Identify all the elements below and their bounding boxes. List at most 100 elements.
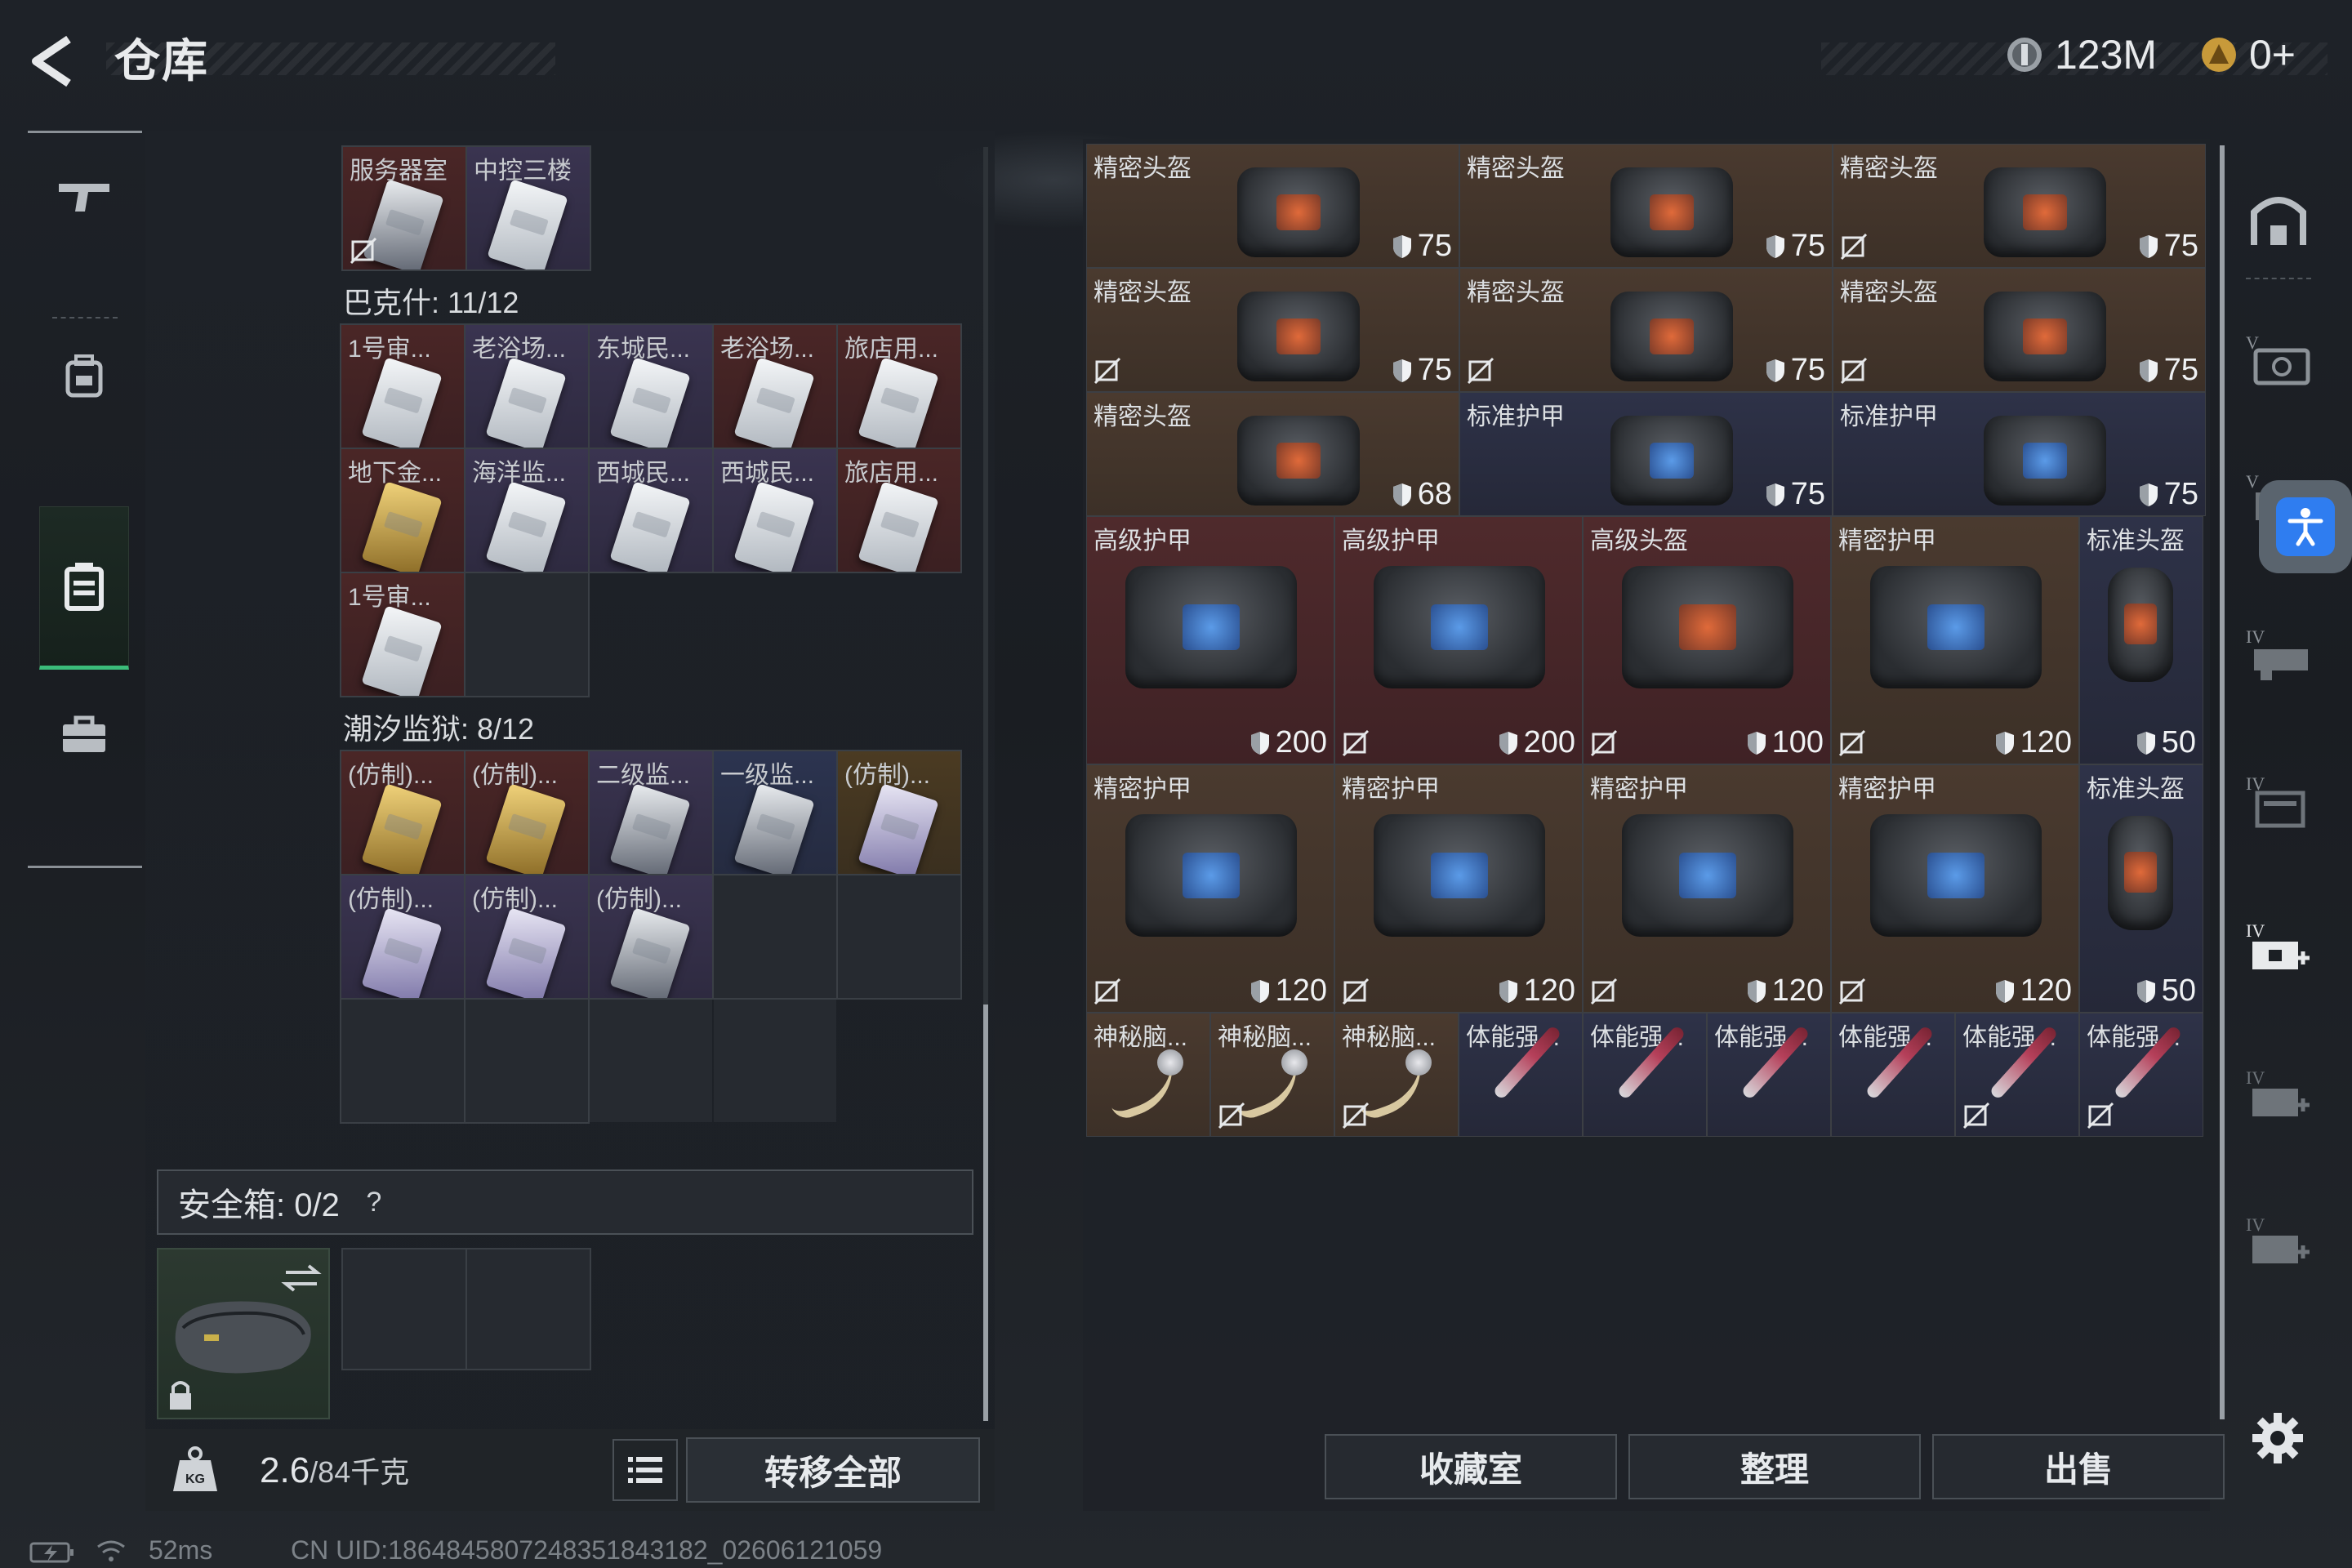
safe-box-empty-slot[interactable]	[343, 1250, 466, 1369]
keycard-slot[interactable]: 1号审...	[340, 323, 466, 449]
safe-box-empty-slot[interactable]	[467, 1250, 590, 1369]
keycard-image	[361, 783, 443, 874]
stash-page-1-tab[interactable]: V	[2238, 318, 2319, 400]
keycard-slot[interactable]: 旅店用...	[836, 448, 962, 573]
armor-item[interactable]: 精密头盔 75	[1086, 144, 1459, 268]
armor-item[interactable]: 精密头盔 75	[1833, 144, 2206, 268]
consumable-item[interactable]: 神秘脑...	[1334, 1013, 1459, 1137]
add-stash-page-tab[interactable]: IV	[2238, 906, 2319, 988]
armor-item[interactable]: 精密护甲 120	[1831, 516, 2079, 764]
consumable-item[interactable]: 体能强...	[2079, 1013, 2203, 1137]
no-sell-icon	[1838, 978, 1866, 1005]
sort-button[interactable]: 整理	[1628, 1434, 1921, 1499]
money-coin-icon	[2007, 38, 2042, 72]
empty-keycard-slot[interactable]	[836, 874, 962, 1000]
accessibility-button[interactable]	[2259, 480, 2352, 573]
add-stash-page-locked-tab-2[interactable]: IV	[2238, 1200, 2319, 1282]
consumable-item[interactable]: 神秘脑...	[1210, 1013, 1334, 1137]
rail-briefcase-tab[interactable]	[39, 686, 129, 784]
stash-page-4-tab[interactable]: IV	[2238, 760, 2319, 841]
consumable-item[interactable]: 神秘脑...	[1086, 1013, 1210, 1137]
keycard-slot[interactable]: (仿制)...	[464, 750, 590, 875]
keycard-slot[interactable]: 一级监...	[712, 750, 838, 875]
armor-item[interactable]: 高级护甲 200	[1334, 516, 1583, 764]
armor-item[interactable]: 精密头盔 75	[1086, 268, 1459, 392]
armor-item[interactable]: 标准护甲 75	[1833, 392, 2206, 516]
rail-weapon-tab[interactable]	[39, 147, 129, 245]
keycard-slot[interactable]: 东城民...	[588, 323, 714, 449]
armor-image	[1622, 814, 1793, 937]
item-name: 高级头盔	[1590, 528, 1688, 555]
item-name: 精密头盔	[1467, 279, 1565, 306]
keycard-slot[interactable]: 二级监...	[588, 750, 714, 875]
stash-page-3-tab[interactable]: IV	[2238, 612, 2319, 694]
keycard-slot[interactable]: 老浴场...	[464, 323, 590, 449]
consumable-item[interactable]: 体能强...	[1831, 1013, 1955, 1137]
keycard-slot[interactable]: 地下金...	[340, 448, 466, 573]
consumable-item[interactable]: 体能强...	[1955, 1013, 2079, 1137]
armor-item[interactable]: 高级护甲 200	[1086, 516, 1334, 764]
vault-tab[interactable]	[2238, 180, 2319, 261]
armor-item[interactable]: 精密头盔 75	[1459, 268, 1833, 392]
safe-box-container-slot[interactable]	[157, 1248, 330, 1419]
keycard-slot[interactable]: 西城民...	[588, 448, 714, 573]
armor-item[interactable]: 精密护甲 120	[1086, 764, 1334, 1013]
left-scrollbar-thumb[interactable]	[983, 1004, 988, 1421]
armor-item[interactable]: 精密头盔 75	[1459, 144, 1833, 268]
keycard-image	[487, 179, 568, 270]
money-display[interactable]: 123M	[2006, 31, 2157, 78]
empty-keycard-slot[interactable]	[714, 1000, 836, 1122]
rail-keycard-tab[interactable]	[39, 506, 129, 670]
empty-keycard-slot[interactable]	[464, 998, 590, 1124]
armor-item[interactable]: 精密护甲 120	[1334, 764, 1583, 1013]
keycard-slot[interactable]: (仿制)...	[836, 750, 962, 875]
list-view-button[interactable]	[612, 1439, 678, 1501]
armor-item[interactable]: 精密护甲 120	[1583, 764, 1831, 1013]
keycard-slot[interactable]: 老浴场...	[712, 323, 838, 449]
durability-value: 75	[1392, 229, 1452, 264]
keycard-slot[interactable]: 海洋监...	[464, 448, 590, 573]
armor-item[interactable]: 标准护甲 75	[1459, 392, 1833, 516]
armor-plate	[2022, 318, 2067, 354]
keycard-slot[interactable]: 1号审...	[340, 572, 466, 697]
settings-gear-icon[interactable]	[2249, 1410, 2306, 1467]
stash-page-4-icon: IV	[2246, 773, 2305, 828]
empty-keycard-slot[interactable]	[712, 874, 838, 1000]
add-stash-page-locked-tab[interactable]: IV	[2238, 1054, 2319, 1135]
safe-box-help-button[interactable]: ?	[356, 1184, 392, 1220]
back-arrow-icon[interactable]	[24, 33, 90, 90]
durability-value: 120	[1994, 973, 2072, 1009]
armor-item[interactable]: 标准头盔 50	[2079, 764, 2203, 1013]
keycard-slot[interactable]: 服务器室	[343, 147, 466, 270]
token-display[interactable]: 0+	[2200, 31, 2296, 78]
keycard-slot[interactable]: (仿制)...	[340, 874, 466, 1000]
armor-item[interactable]: 精密护甲 120	[1831, 764, 2079, 1013]
item-name: 精密护甲	[1838, 776, 1936, 803]
empty-keycard-slot[interactable]	[590, 1000, 712, 1122]
consumable-item[interactable]: 体能强...	[1707, 1013, 1831, 1137]
keycard-slot[interactable]: (仿制)...	[464, 874, 590, 1000]
armor-item[interactable]: 高级头盔 100	[1583, 516, 1831, 764]
consumable-item[interactable]: 体能强...	[1583, 1013, 1707, 1137]
stash-page-3-icon: IV	[2246, 626, 2308, 680]
transfer-all-button[interactable]: 转移全部	[686, 1437, 980, 1503]
durability-number: 68	[1417, 477, 1452, 511]
keycard-case-icon	[65, 563, 104, 611]
armor-item[interactable]: 精密头盔 68	[1086, 392, 1459, 516]
keycard-slot[interactable]: 西城民...	[712, 448, 838, 573]
right-scrollbar[interactable]	[2220, 145, 2225, 1419]
rail-backpack-tab[interactable]	[39, 327, 129, 425]
collection-room-button[interactable]: 收藏室	[1325, 1434, 1617, 1499]
durability-number: 120	[1275, 973, 1327, 1008]
armor-item[interactable]: 精密头盔 75	[1833, 268, 2206, 392]
keycard-slot[interactable]: (仿制)...	[588, 874, 714, 1000]
lock-icon	[170, 1381, 191, 1410]
empty-keycard-slot[interactable]	[340, 998, 466, 1124]
armor-item[interactable]: 标准头盔 50	[2079, 516, 2203, 764]
sell-button[interactable]: 出售	[1932, 1434, 2225, 1499]
consumable-item[interactable]: 体能强...	[1459, 1013, 1583, 1137]
keycard-slot[interactable]: 旅店用...	[836, 323, 962, 449]
empty-keycard-slot[interactable]	[464, 572, 590, 697]
keycard-slot[interactable]: (仿制)...	[340, 750, 466, 875]
keycard-slot[interactable]: 中控三楼	[467, 147, 590, 270]
